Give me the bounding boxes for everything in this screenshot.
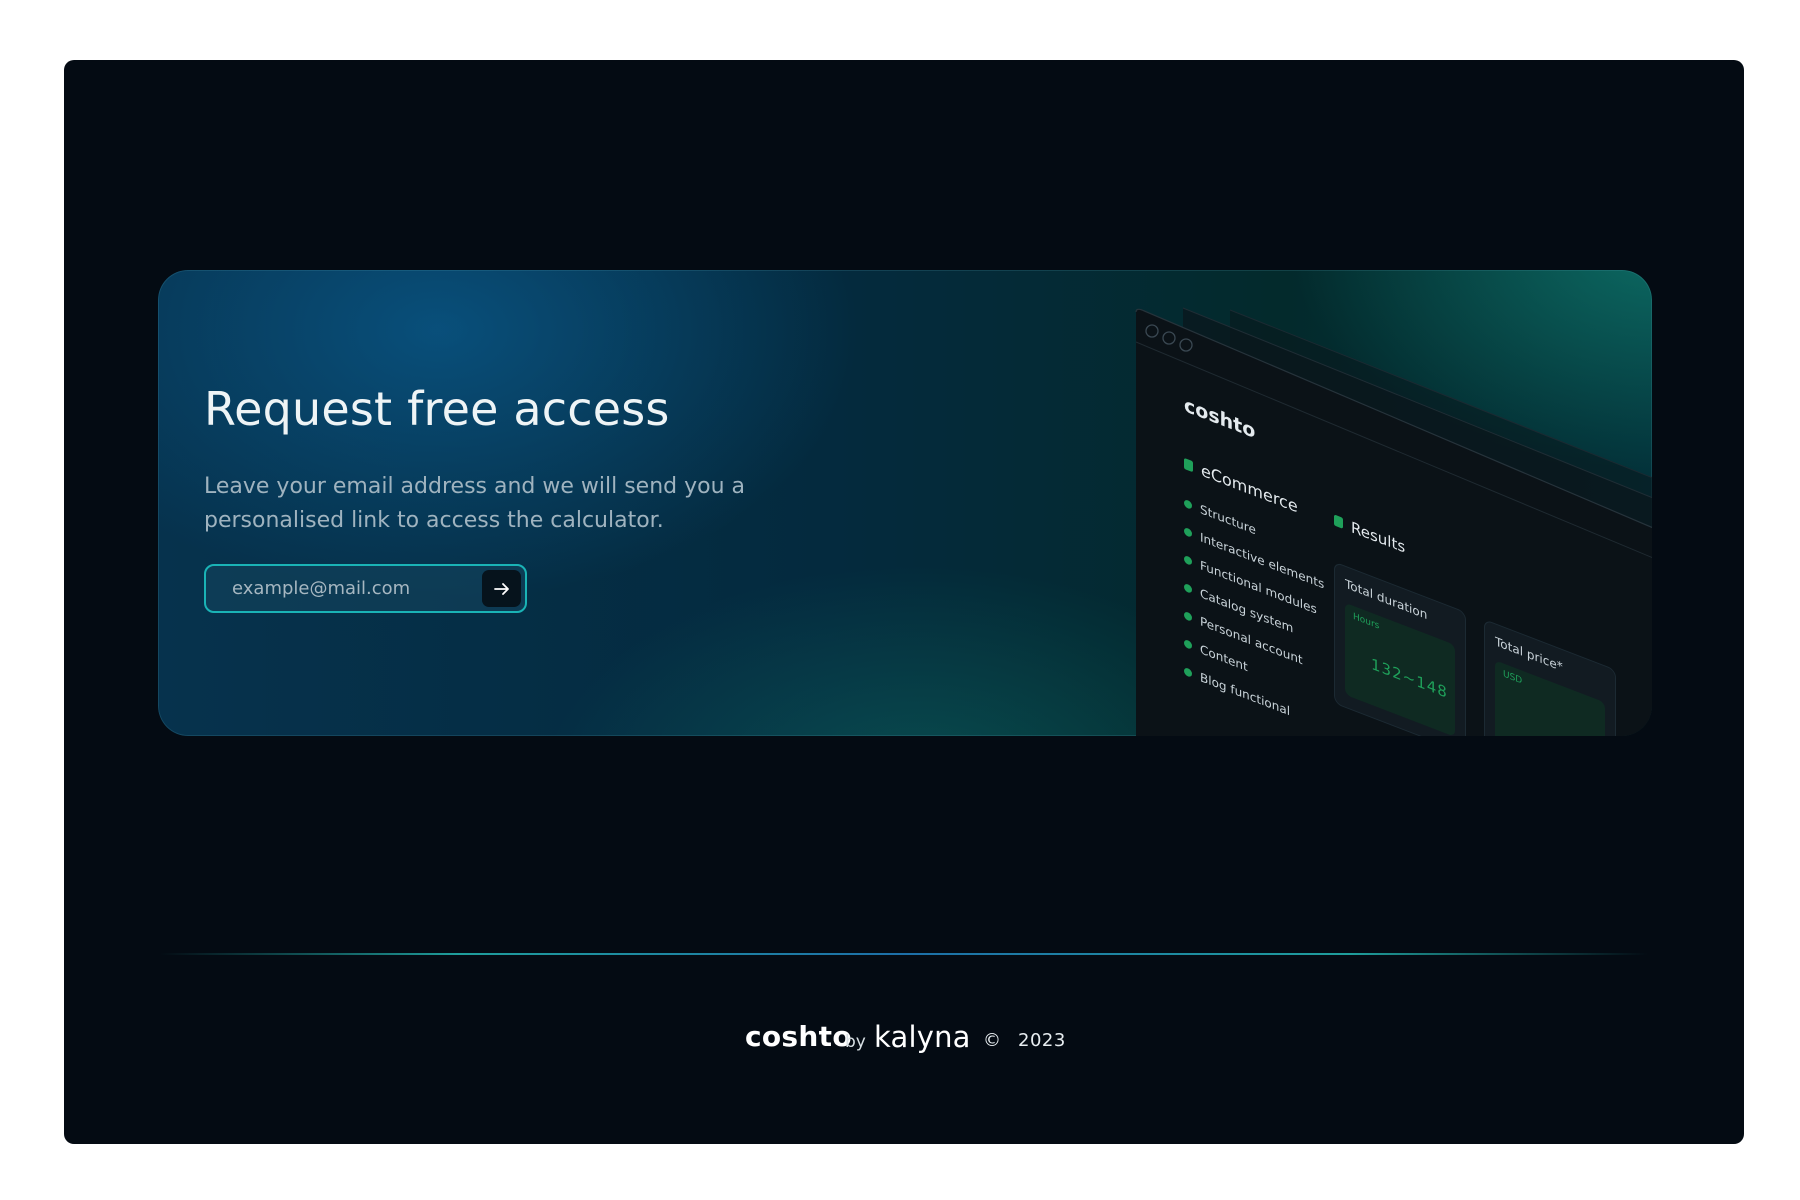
metric-card-duration: Total duration Hours 132~148	[1334, 561, 1466, 736]
metric-unit: Hours	[1353, 611, 1380, 632]
cart-icon	[1184, 457, 1193, 473]
footer-divider	[160, 953, 1648, 955]
check-icon	[1184, 666, 1192, 678]
metric-card-price: Total price* USD	[1484, 618, 1616, 736]
metric-unit: USD	[1503, 669, 1523, 687]
mockup-results-label: Results	[1351, 517, 1406, 557]
copyright-year: 2023	[1018, 1030, 1066, 1051]
results-icon	[1334, 514, 1343, 529]
footer: coshto by kalyna © 2023	[64, 1020, 1744, 1070]
check-icon	[1184, 526, 1192, 538]
by-label: by	[845, 1032, 866, 1052]
list-item-label: Structure	[1200, 501, 1256, 538]
check-icon	[1184, 582, 1192, 594]
page-frame: Request free access Leave your email add…	[64, 60, 1744, 1144]
submit-button[interactable]	[482, 570, 521, 607]
copyright-icon: ©	[983, 1030, 1001, 1051]
metric-value: 132~148	[1371, 654, 1448, 703]
page-title: Request free access	[204, 382, 670, 436]
email-form	[204, 564, 527, 613]
metric-value-box: Hours 132~148	[1345, 602, 1455, 736]
partner-logo[interactable]: kalyna	[874, 1020, 971, 1054]
check-icon	[1184, 498, 1192, 510]
check-icon	[1184, 610, 1192, 622]
request-access-card: Request free access Leave your email add…	[158, 270, 1652, 736]
arrow-right-icon	[493, 582, 509, 595]
mockup-results-title: Results	[1334, 511, 1406, 557]
app-preview-mockup: coshto eCommerce Structure Interactive e…	[1058, 270, 1652, 736]
metric-value-box: USD	[1495, 660, 1605, 736]
card-subtitle: Leave your email address and we will sen…	[204, 474, 746, 533]
email-input[interactable]	[206, 566, 476, 611]
brand-logo[interactable]: coshto	[745, 1020, 852, 1053]
check-icon	[1184, 554, 1192, 566]
mockup-feature-list: Structure Interactive elements Functiona…	[1184, 496, 1324, 736]
check-icon	[1184, 638, 1192, 650]
